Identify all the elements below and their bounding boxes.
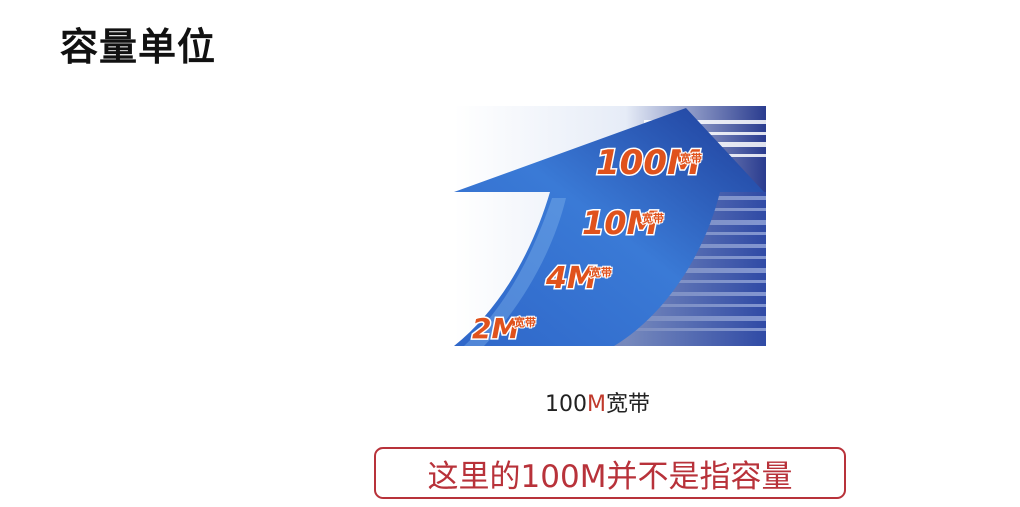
label-10m: 10M 宽带 xyxy=(581,203,666,244)
label-100m: 100M 宽带 xyxy=(595,142,704,185)
svg-text:宽带: 宽带 xyxy=(641,211,664,225)
slide: 容量单位 100M 宽带 10M 宽带 4M 宽带 2M 宽带 100M宽带 这… xyxy=(0,0,1020,507)
note-text: 这里的100M并不是指容量 xyxy=(427,458,793,495)
caption-suffix: 宽带 xyxy=(605,392,650,417)
caption-prefix: 100 xyxy=(545,392,587,417)
figure-caption: 100M宽带 xyxy=(545,386,650,418)
svg-text:2M: 2M xyxy=(472,312,519,345)
note-box: 这里的100M并不是指容量 xyxy=(374,447,846,499)
slide-title: 容量单位 xyxy=(60,25,217,69)
svg-text:宽带: 宽带 xyxy=(679,151,702,165)
svg-text:宽带: 宽带 xyxy=(513,315,536,329)
caption-accent: M xyxy=(587,392,606,417)
upward-arrow-graphic: 100M 宽带 10M 宽带 4M 宽带 2M 宽带 xyxy=(454,106,766,346)
svg-text:宽带: 宽带 xyxy=(589,265,612,279)
bandwidth-arrow-image: 100M 宽带 10M 宽带 4M 宽带 2M 宽带 xyxy=(454,106,766,346)
